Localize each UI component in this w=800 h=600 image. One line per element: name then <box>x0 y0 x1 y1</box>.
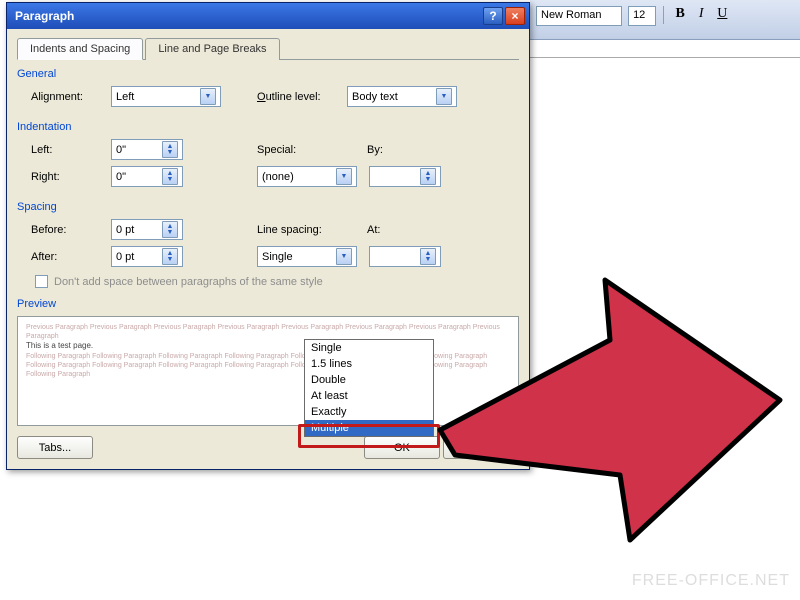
combo-value: Single <box>262 251 293 263</box>
indent-left-label: Left: <box>31 144 111 156</box>
spinner-value: 0" <box>116 144 126 156</box>
dialog-title: Paragraph <box>15 9 74 23</box>
font-size-combo[interactable]: 12 <box>628 6 656 26</box>
line-spacing-combo[interactable]: Single ▼ <box>257 246 357 267</box>
outline-level-label: Outline level: <box>257 91 347 103</box>
chevron-down-icon: ▼ <box>436 88 452 105</box>
line-spacing-option-selected[interactable]: Multiple <box>305 420 433 436</box>
indent-left-spinner[interactable]: 0" ▲▼ <box>111 139 183 160</box>
spinner-buttons-icon[interactable]: ▲▼ <box>162 168 178 185</box>
special-combo[interactable]: (none) ▼ <box>257 166 357 187</box>
bold-button[interactable]: B <box>671 6 689 24</box>
outline-level-combo[interactable]: Body text ▼ <box>347 86 457 107</box>
cancel-button[interactable]: Cancel <box>443 436 519 459</box>
at-label: At: <box>367 224 407 236</box>
line-spacing-option[interactable]: Single <box>305 340 433 356</box>
spinner-buttons-icon[interactable]: ▲▼ <box>162 248 178 265</box>
combo-value: Body text <box>352 91 398 103</box>
preview-box: Previous Paragraph Previous Paragraph Pr… <box>17 316 519 426</box>
spinner-value: 0 pt <box>116 251 134 263</box>
help-button[interactable]: ? <box>483 7 503 25</box>
combo-value: Left <box>116 91 134 103</box>
at-spinner[interactable]: ▲▼ <box>369 246 441 267</box>
italic-button[interactable]: I <box>692 6 710 24</box>
spinner-buttons-icon[interactable]: ▲▼ <box>162 221 178 238</box>
preview-sample: This is a test page. <box>26 341 93 350</box>
group-spacing: Spacing <box>17 201 519 213</box>
by-spinner[interactable]: ▲▼ <box>369 166 441 187</box>
tab-label: Indents and Spacing <box>30 43 130 55</box>
tab-line-page-breaks[interactable]: Line and Page Breaks <box>145 38 279 60</box>
indent-right-spinner[interactable]: 0" ▲▼ <box>111 166 183 187</box>
tab-label: Line and Page Breaks <box>158 43 266 55</box>
group-general: General <box>17 68 519 80</box>
no-space-label: Don't add space between paragraphs of th… <box>54 276 323 288</box>
close-button[interactable]: × <box>505 7 525 25</box>
tab-indents-spacing[interactable]: Indents and Spacing <box>17 38 143 60</box>
horizontal-ruler <box>530 40 800 58</box>
before-label: Before: <box>31 224 111 236</box>
line-spacing-option[interactable]: 1.5 lines <box>305 356 433 372</box>
watermark: FREE-OFFICE.NET <box>632 572 790 590</box>
formatting-toolbar: New Roman 12 B I U <box>530 0 800 40</box>
before-spinner[interactable]: 0 pt ▲▼ <box>111 219 183 240</box>
paragraph-dialog: Paragraph ? × Indents and Spacing Line a… <box>6 2 530 470</box>
combo-value: (none) <box>262 171 294 183</box>
chevron-down-icon: ▼ <box>200 88 216 105</box>
document-area[interactable] <box>530 58 800 600</box>
spinner-buttons-icon[interactable]: ▲▼ <box>162 141 178 158</box>
dialog-tabs: Indents and Spacing Line and Page Breaks <box>17 37 519 60</box>
group-preview: Preview <box>17 298 519 310</box>
line-spacing-label: Line spacing: <box>257 224 347 236</box>
tabs-button[interactable]: Tabs... <box>17 436 93 459</box>
dialog-titlebar[interactable]: Paragraph ? × <box>7 3 529 29</box>
chevron-down-icon: ▼ <box>336 168 352 185</box>
group-indentation: Indentation <box>17 121 519 133</box>
by-label: By: <box>367 144 407 156</box>
alignment-combo[interactable]: Left ▼ <box>111 86 221 107</box>
spinner-buttons-icon[interactable]: ▲▼ <box>420 168 436 185</box>
spinner-buttons-icon[interactable]: ▲▼ <box>420 248 436 265</box>
special-label: Special: <box>257 144 347 156</box>
line-spacing-dropdown[interactable]: Single 1.5 lines Double At least Exactly… <box>304 339 434 437</box>
line-spacing-option[interactable]: At least <box>305 388 433 404</box>
font-name-combo[interactable]: New Roman <box>536 6 622 26</box>
after-spinner[interactable]: 0 pt ▲▼ <box>111 246 183 267</box>
indent-right-label: Right: <box>31 171 111 183</box>
line-spacing-option[interactable]: Exactly <box>305 404 433 420</box>
toolbar-separator <box>663 6 664 24</box>
line-spacing-option[interactable]: Double <box>305 372 433 388</box>
alignment-label: Alignment: <box>31 91 111 103</box>
no-space-checkbox[interactable] <box>35 275 48 288</box>
underline-button[interactable]: U <box>713 6 731 24</box>
chevron-down-icon: ▼ <box>336 248 352 265</box>
spinner-value: 0 pt <box>116 224 134 236</box>
ok-button[interactable]: OK <box>364 436 440 459</box>
spinner-value: 0" <box>116 171 126 183</box>
after-label: After: <box>31 251 111 263</box>
